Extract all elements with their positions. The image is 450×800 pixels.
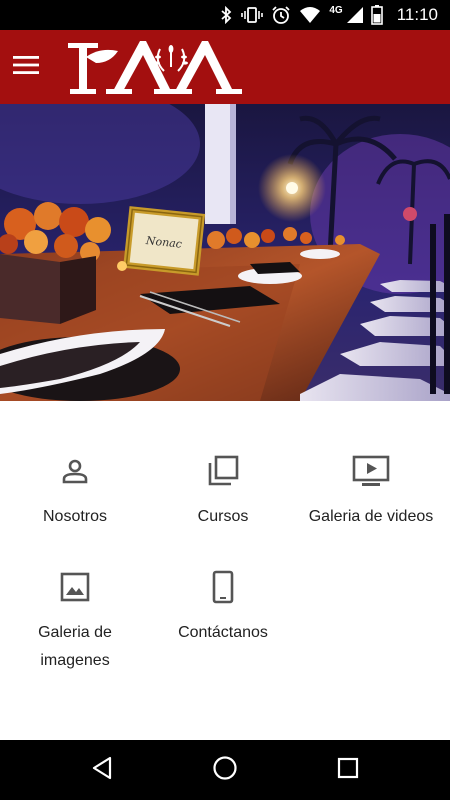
library-icon — [148, 451, 298, 491]
person-icon — [0, 451, 150, 491]
battery-icon — [370, 5, 383, 25]
hero-image: Nonac — [0, 104, 450, 401]
tile-nosotros[interactable]: Nosotros — [0, 451, 150, 531]
network-type: 4G — [329, 4, 343, 16]
signal-icon — [346, 7, 363, 23]
menu-grid: Nosotros Cursos Galeria de videos Galeri… — [0, 401, 450, 740]
tile-label: Galeria de videos — [308, 508, 434, 525]
clock: 11:10 — [396, 5, 438, 24]
menu-button[interactable] — [2, 43, 50, 91]
system-nav-bar — [0, 740, 450, 800]
tile-label: Galeria de imagenes — [38, 624, 112, 669]
recents-button[interactable] — [318, 740, 378, 800]
home-button[interactable] — [195, 740, 255, 800]
phone-icon — [148, 567, 298, 607]
bluetooth-icon — [219, 6, 233, 24]
hamburger-menu-icon — [13, 55, 39, 80]
tile-label: Nosotros — [42, 508, 108, 525]
back-button[interactable] — [72, 740, 132, 800]
video-player-icon — [296, 451, 446, 491]
back-icon — [91, 756, 113, 785]
tile-galeria-de-videos[interactable]: Galeria de videos — [296, 451, 446, 531]
alarm-icon — [271, 5, 291, 25]
tile-contactanos[interactable]: Contáctanos — [148, 567, 298, 647]
home-icon — [212, 755, 238, 786]
iaa-logo-image — [68, 41, 242, 94]
vibrate-icon — [241, 6, 264, 24]
tile-label: Cursos — [197, 508, 249, 525]
image-icon — [0, 567, 150, 607]
tile-cursos[interactable]: Cursos — [148, 451, 298, 531]
status-bar: 4G 11:10 — [0, 0, 450, 30]
recents-icon — [337, 757, 359, 784]
tile-label: Contáctanos — [178, 624, 268, 641]
wifi-icon — [299, 6, 321, 24]
logo[interactable] — [66, 34, 256, 100]
tile-galeria-de-imagenes[interactable]: Galeria de imagenes — [0, 567, 150, 675]
app-bar — [0, 30, 450, 104]
